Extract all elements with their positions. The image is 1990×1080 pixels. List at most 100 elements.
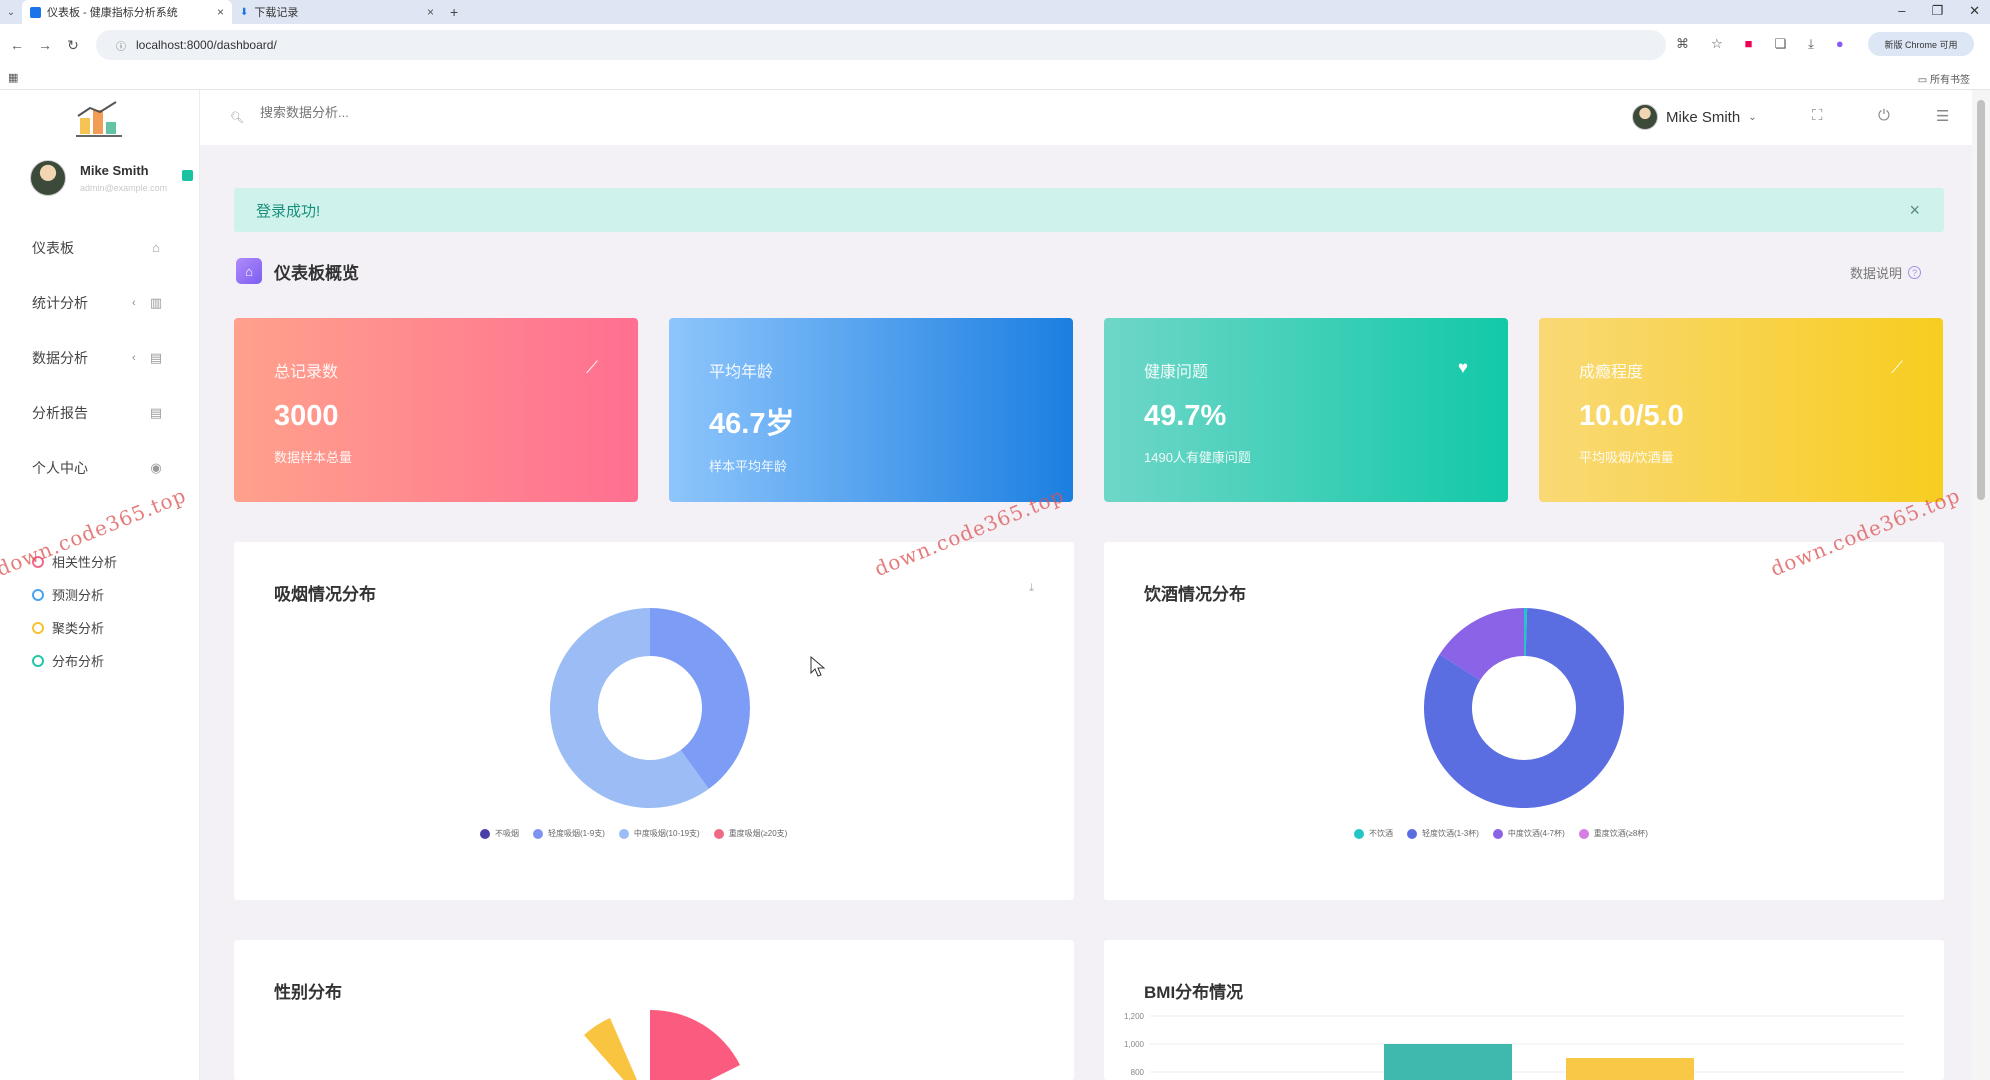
y-tick-label: 1,200	[1124, 1012, 1145, 1021]
legend-item[interactable]: 重度吸烟(≥20支)	[713, 828, 787, 839]
bar-chart-icon: ▥	[149, 294, 163, 310]
legend-item[interactable]: 不吸烟	[480, 828, 519, 839]
all-bookmarks-button[interactable]: ▭ 所有书签	[1918, 71, 1970, 86]
stat-card-addiction: 成瘾程度 10.0/5.0 平均吸烟/饮酒量 ⟋	[1539, 318, 1943, 502]
page-scrollbar[interactable]	[1972, 90, 1990, 1080]
search-input[interactable]	[260, 105, 560, 120]
fullscreen-icon[interactable]: ⛶	[1812, 107, 1823, 124]
chevron-left-icon: ‹	[132, 351, 136, 364]
translate-icon[interactable]: ⌘	[1676, 36, 1689, 52]
forward-icon[interactable]: →	[34, 37, 56, 53]
submenu-item-prediction[interactable]: 预测分析	[32, 578, 117, 611]
download-chart-icon[interactable]: ⤓	[1029, 582, 1034, 595]
sidebar-item-reports[interactable]: 分析报告 ▤	[0, 385, 200, 440]
close-tab-icon[interactable]: ×	[427, 5, 434, 19]
sidebar-item-statistics[interactable]: 统计分析 ‹ ▥	[0, 275, 200, 330]
legend-dot	[533, 828, 543, 839]
legend-item[interactable]: 重度饮酒(≥8杯)	[1578, 828, 1648, 839]
sidebar-user[interactable]: Mike Smith admin@example.com	[30, 160, 193, 196]
power-icon[interactable]: ⏻	[1878, 107, 1890, 124]
close-icon[interactable]: ×	[1909, 200, 1920, 221]
profile-icon[interactable]: ●	[1836, 36, 1844, 52]
extension-icon[interactable]: ■	[1745, 36, 1753, 52]
data-info-link[interactable]: 数据说明 ?	[1850, 263, 1922, 282]
sidebar-item-profile[interactable]: 个人中心 ◉	[0, 440, 200, 495]
site-info-icon[interactable]: ⓘ	[116, 38, 126, 53]
drinking-donut-chart	[1424, 608, 1624, 808]
legend-label: 中度吸烟(10-19支)	[633, 829, 700, 838]
user-email: admin@example.com	[80, 183, 168, 193]
close-window-icon[interactable]: ✕	[1969, 3, 1980, 19]
chrome-update-pill[interactable]: 新版 Chrome 可用	[1868, 32, 1974, 56]
new-tab-button[interactable]: +	[450, 4, 458, 20]
browser-tab-dashboard[interactable]: 仪表板 - 健康指标分析系统 ×	[22, 0, 232, 24]
success-alert: 登录成功! ×	[234, 188, 1944, 232]
all-bookmarks-label: 所有书签	[1930, 75, 1970, 86]
legend-item[interactable]: 不饮酒	[1354, 828, 1393, 839]
legend-dot	[1354, 828, 1364, 839]
sidebar-item-dashboard[interactable]: 仪表板 ⌂	[0, 220, 200, 275]
back-icon[interactable]: ←	[6, 37, 28, 53]
submenu-item-correlation[interactable]: 相关性分析	[32, 545, 117, 578]
avatar	[1632, 104, 1658, 130]
data-info-label: 数据说明	[1850, 266, 1903, 281]
bmi-bar[interactable]	[1384, 1044, 1512, 1080]
bar-chart-icon: ▤	[149, 349, 163, 365]
url-input[interactable]: ⓘ localhost:8000/dashboard/	[96, 30, 1666, 60]
legend-item[interactable]: 中度饮酒(4-7杯)	[1492, 828, 1565, 839]
sidebar-item-label: 仪表板	[32, 239, 74, 256]
close-tab-icon[interactable]: ×	[217, 5, 224, 19]
legend-item[interactable]: 轻度饮酒(1-3杯)	[1407, 828, 1479, 839]
restore-icon[interactable]: ❐	[1931, 3, 1943, 19]
stat-label: 健康问题	[1144, 364, 1209, 381]
legend-dot	[480, 828, 490, 839]
apps-grid-icon[interactable]: ▦	[8, 71, 18, 84]
user-icon: ◉	[150, 459, 162, 475]
gender-pie-chart	[584, 1010, 740, 1080]
stat-value: 3000	[274, 400, 339, 432]
sidebar-item-data-analysis[interactable]: 数据分析 ‹ ▤	[0, 330, 200, 385]
circle-icon	[32, 555, 44, 568]
submenu-item-distribution[interactable]: 分布分析	[32, 644, 117, 677]
legend-dot	[1492, 828, 1503, 839]
legend-item[interactable]: 中度吸烟(10-19支)	[618, 828, 700, 839]
menu-list-icon[interactable]: ☰	[1936, 107, 1949, 125]
extensions-icon[interactable]: ❏	[1775, 36, 1787, 52]
y-tick-label: 1,000	[1124, 1040, 1145, 1049]
tab-title: 下载记录	[254, 7, 299, 19]
browser-tab-downloads[interactable]: ⬇ 下载记录 ×	[232, 0, 442, 24]
window-controls: – ❐ ✕	[1898, 3, 1980, 19]
home-icon: ⌂	[152, 240, 160, 255]
panel-title: 性别分布	[274, 983, 342, 1002]
legend-dot	[713, 828, 724, 839]
bmi-bar[interactable]	[1566, 1058, 1694, 1080]
search-icon: 🔍︎	[230, 112, 244, 124]
section-heading: ⌂ 仪表板概览	[236, 258, 359, 284]
legend-item[interactable]: 轻度吸烟(1-9支)	[533, 828, 605, 839]
minimize-icon[interactable]: –	[1898, 3, 1905, 19]
legend-label: 轻度吸烟(1-9支)	[548, 829, 605, 838]
downloads-icon[interactable]: ⤓	[1808, 36, 1814, 52]
tab-list-icon[interactable]: ⌄	[0, 7, 22, 18]
legend-dot	[1407, 828, 1417, 839]
pie-slice-male	[584, 1018, 637, 1080]
pie-slice-female	[650, 1010, 740, 1080]
scrollbar-thumb[interactable]	[1977, 100, 1985, 500]
circle-icon	[32, 654, 44, 667]
y-tick-label: 800	[1131, 1068, 1145, 1077]
stat-subtext: 数据样本总量	[274, 450, 353, 465]
circle-icon	[32, 621, 44, 634]
home-icon: ⌂	[236, 258, 262, 284]
chart-legend: 不吸烟 轻度吸烟(1-9支) 中度吸烟(10-19支) 重度吸烟(≥20支)	[480, 828, 787, 839]
stat-subtext: 平均吸烟/饮酒量	[1579, 450, 1674, 465]
trend-icon: ⟋	[1891, 358, 1903, 377]
submenu-item-clustering[interactable]: 聚类分析	[32, 611, 117, 644]
stat-subtext: 1490人有健康问题	[1144, 450, 1251, 465]
top-header: 🔍︎ Mike Smith ⌄ ⛶ ⏻ ☰	[200, 90, 1990, 145]
submenu-item-label: 预测分析	[52, 588, 105, 603]
bookmark-star-icon[interactable]: ☆	[1711, 36, 1723, 52]
reload-icon[interactable]: ↻	[62, 37, 84, 54]
header-user-dropdown[interactable]: Mike Smith ⌄	[1632, 104, 1757, 130]
sidebar-item-label: 统计分析	[32, 294, 88, 311]
bookmarks-bar: ▦ ▭ 所有书签	[0, 66, 1990, 90]
